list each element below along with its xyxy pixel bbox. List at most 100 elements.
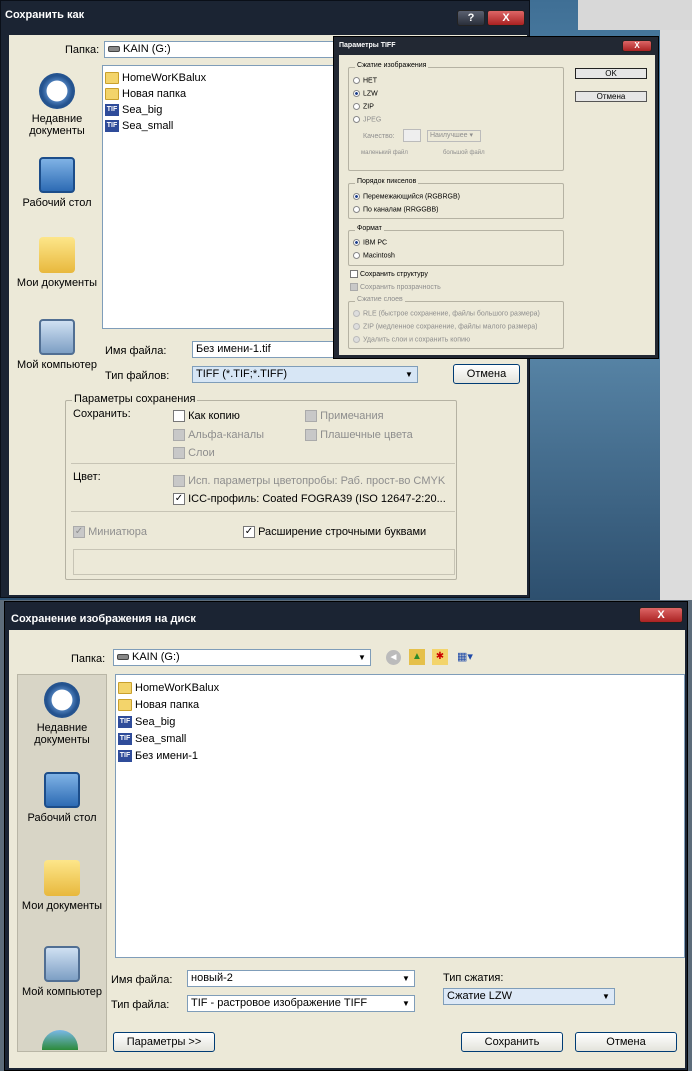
place-label: Мои документы: [21, 900, 103, 912]
list-item[interactable]: TIF Без имени-1: [118, 747, 219, 764]
radio-label: RLE (быстрое сохранение, файлы большого …: [363, 310, 540, 318]
view-menu-icon[interactable]: ▦▾: [457, 649, 481, 665]
close-button[interactable]: X: [639, 607, 683, 623]
chevron-down-icon[interactable]: ▼: [399, 972, 413, 985]
save-button[interactable]: Сохранить: [461, 1032, 563, 1052]
up-folder-icon[interactable]: ▲: [409, 649, 425, 665]
file-list[interactable]: HomeWorKBalux Новая папка TIF Sea_big TIF…: [115, 674, 685, 958]
folder-icon: [105, 72, 119, 84]
checkbox-icon: [173, 475, 185, 488]
list-item[interactable]: HomeWorKBalux: [105, 70, 206, 86]
radio-zip[interactable]: ZIP: [353, 103, 374, 110]
radio-interleaved[interactable]: Перемежающийся (RGBRGB): [353, 193, 460, 200]
chevron-down-icon[interactable]: ▼: [599, 990, 613, 1003]
place-my-documents[interactable]: Мои документы: [20, 860, 104, 912]
place-recent[interactable]: Недавние документы: [15, 73, 99, 137]
radio-selected-icon: [353, 239, 360, 246]
checkbox-label: Слои: [188, 447, 215, 459]
list-item[interactable]: Новая папка: [105, 86, 206, 102]
parameters-button[interactable]: Параметры >>: [113, 1032, 215, 1052]
list-item[interactable]: TIF Sea_big: [105, 102, 206, 118]
place-my-documents[interactable]: Мои документы: [15, 237, 99, 289]
save-pyramid-checkbox[interactable]: Сохранить структуру: [350, 270, 428, 278]
place-label: Рабочий стол: [22, 197, 92, 209]
group-title: Порядок пикселов: [355, 178, 419, 185]
chevron-down-icon[interactable]: ▼: [399, 997, 413, 1010]
chevron-down-icon[interactable]: ▼: [402, 368, 416, 381]
list-item[interactable]: TIF Sea_small: [118, 730, 219, 747]
file-list[interactable]: HomeWorKBalux Новая папка TIF Sea_big TIF…: [102, 65, 342, 329]
desktop-icon: [39, 157, 75, 193]
background-area: [660, 30, 692, 600]
checkbox-icon: [173, 410, 185, 423]
place-my-computer[interactable]: Мой компьютер: [15, 319, 99, 377]
cancel-button[interactable]: Отмена: [453, 364, 520, 384]
radio-icon: [353, 206, 360, 213]
as-copy-checkbox[interactable]: Как копию: [173, 410, 240, 423]
radio-ibm-pc[interactable]: IBM PC: [353, 239, 387, 246]
list-item[interactable]: HomeWorKBalux: [118, 679, 219, 696]
filename-combo[interactable]: новый-2 ▼: [187, 970, 415, 987]
compression-combo[interactable]: Сжатие LZW ▼: [443, 988, 615, 1005]
radio-icon: [353, 323, 360, 330]
file-name: Без имени-1: [135, 749, 199, 762]
radio-selected-icon: [353, 90, 360, 97]
dialog-body: Папка: KAIN (G:) ▼ ◄ ▲ ✱ ▦▾ Недавние док…: [9, 630, 685, 1068]
back-icon[interactable]: ◄: [386, 650, 401, 665]
save-transparency-checkbox: Сохранить прозрачность: [350, 283, 441, 291]
radio-lzw[interactable]: LZW: [353, 90, 378, 97]
drive-icon: [117, 654, 129, 660]
tif-file-icon: TIF: [118, 749, 132, 762]
close-button[interactable]: X: [487, 10, 525, 26]
chevron-down-icon[interactable]: ▼: [355, 651, 369, 664]
save-params-title: Параметры сохранения: [72, 393, 198, 405]
radio-per-channel[interactable]: По каналам (RRGGBB): [353, 206, 438, 213]
checkbox-label: Сохранить структуру: [359, 270, 428, 278]
radio-layer-zip: ZIP (медленное сохранение, файлы малого …: [353, 323, 537, 330]
thumbnail-checkbox: ✓ Миниатюра: [73, 526, 147, 539]
list-item[interactable]: Новая папка: [118, 696, 219, 713]
folder-combo[interactable]: KAIN (G:): [104, 41, 334, 58]
filetype-label: Тип файла:: [111, 999, 170, 1011]
alpha-channels-checkbox: Альфа-каналы: [173, 429, 264, 442]
place-my-computer[interactable]: Мой компьютер: [20, 946, 104, 998]
cancel-button[interactable]: Отмена: [575, 91, 647, 102]
place-label: Недавние документы: [34, 722, 90, 746]
large-file-label: большой файл: [443, 150, 485, 156]
radio-icon: [353, 116, 360, 123]
folder-label: Папка:: [71, 653, 106, 665]
radio-macintosh[interactable]: Macintosh: [353, 252, 395, 259]
group-title: Сжатие изображения: [355, 62, 429, 69]
lowercase-ext-checkbox[interactable]: ✓ Расширение строчными буквами: [243, 526, 427, 539]
place-recent[interactable]: Недавние документы: [20, 682, 104, 746]
list-item[interactable]: TIF Sea_small: [105, 118, 206, 134]
place-desktop[interactable]: Рабочий стол: [20, 772, 104, 824]
filetype-combo[interactable]: TIF - растровое изображение TIFF ▼: [187, 995, 415, 1012]
cancel-button[interactable]: Отмена: [575, 1032, 677, 1052]
place-desktop[interactable]: Рабочий стол: [15, 157, 99, 209]
radio-none[interactable]: НЕТ: [353, 77, 377, 84]
dialog-title: Параметры TIFF: [339, 42, 396, 49]
file-name: Новая папка: [122, 88, 187, 100]
radio-label: ZIP (медленное сохранение, файлы малого …: [363, 323, 538, 331]
list-item[interactable]: TIF Sea_big: [118, 713, 219, 730]
radio-jpeg[interactable]: JPEG: [353, 116, 381, 123]
warning-area: [73, 549, 455, 575]
checkbox-icon: [305, 410, 317, 423]
folder-combo[interactable]: KAIN (G:) ▼: [113, 649, 371, 666]
ok-button[interactable]: OK: [575, 68, 647, 79]
radio-icon: [353, 310, 360, 317]
checkbox-label: Расширение строчными буквами: [258, 526, 427, 538]
radio-label: LZW: [363, 90, 378, 98]
radio-label: НЕТ: [363, 77, 377, 85]
close-button[interactable]: X: [622, 40, 652, 52]
tif-file-icon: TIF: [118, 715, 132, 728]
icc-profile-checkbox[interactable]: ✓ ICC-профиль: Coated FOGRA39 (ISO 12647…: [173, 493, 446, 506]
new-folder-icon[interactable]: ✱: [432, 649, 448, 665]
folder-label: Папка:: [65, 44, 100, 56]
filetype-combo[interactable]: TIFF (*.TIF;*.TIFF) ▼: [192, 366, 418, 383]
filename-label: Имя файла:: [111, 974, 173, 986]
filename-input[interactable]: Без имени-1.tif: [192, 341, 337, 358]
compression-label: Тип сжатия:: [443, 972, 504, 984]
help-button[interactable]: ?: [457, 10, 485, 26]
